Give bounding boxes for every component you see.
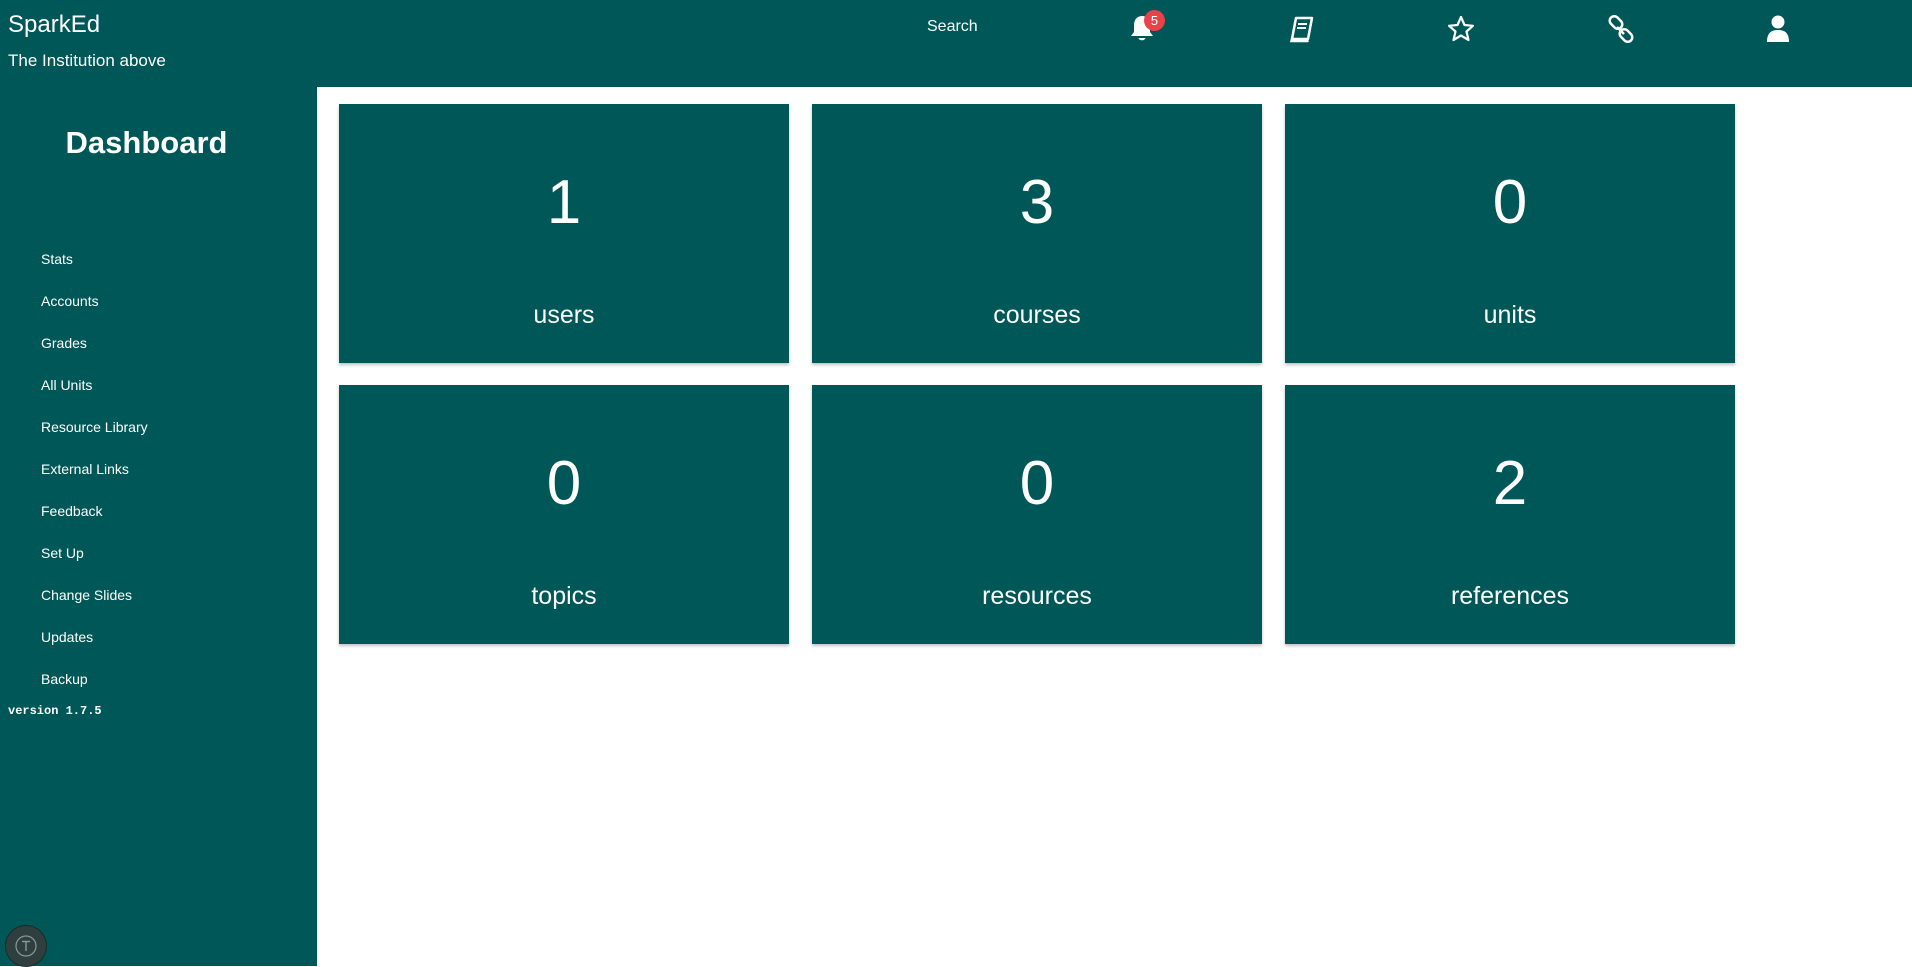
tile-resources[interactable]: 0 resources	[812, 385, 1262, 644]
sidebar-item-feedback[interactable]: Feedback	[41, 503, 148, 545]
tile-label: users	[533, 301, 595, 329]
tile-units[interactable]: 0 units	[1285, 104, 1735, 363]
tile-label: references	[1450, 582, 1570, 610]
tile-label: resources	[982, 582, 1092, 610]
tile-label: units	[1483, 301, 1537, 329]
sidebar-item-change-slides[interactable]: Change Slides	[41, 587, 148, 629]
star-icon	[1447, 15, 1475, 42]
sidebar-item-resource-library[interactable]: Resource Library	[41, 419, 148, 461]
text-cursor-icon	[15, 935, 37, 957]
tile-topics[interactable]: 0 topics	[339, 385, 789, 644]
book-icon	[1289, 16, 1314, 43]
sidebar-item-external-links[interactable]: External Links	[41, 461, 148, 503]
tile-label: courses	[993, 301, 1081, 329]
tile-count: 0	[546, 449, 582, 518]
tile-courses[interactable]: 3 courses	[812, 104, 1262, 363]
notifications-button[interactable]: 5	[1125, 10, 1165, 46]
tile-label: topics	[531, 582, 597, 610]
profile-button[interactable]	[1761, 12, 1795, 46]
sidebar-title: Dashboard	[65, 125, 228, 160]
stats-grid: 1 users 3 courses 0 units 0 topics 0 res…	[339, 104, 1735, 644]
sidebar-item-all-units[interactable]: All Units	[41, 377, 148, 419]
courses-button[interactable]	[1285, 12, 1319, 46]
external-links-button[interactable]	[1604, 12, 1638, 46]
sidebar-item-accounts[interactable]: Accounts	[41, 293, 148, 335]
notification-badge: 5	[1144, 10, 1165, 31]
sidebar-item-updates[interactable]: Updates	[41, 629, 148, 671]
institution-name: The Institution above	[8, 51, 166, 70]
tile-count: 1	[546, 168, 582, 237]
tile-users[interactable]: 1 users	[339, 104, 789, 363]
top-navbar: SparkEd The Institution above Search 5	[0, 0, 1912, 87]
floating-action-button[interactable]	[5, 925, 47, 967]
brand-link[interactable]: SparkEd	[8, 10, 100, 40]
sidebar-menu: Stats Accounts Grades All Units Resource…	[41, 251, 148, 713]
tile-count: 3	[1019, 168, 1055, 237]
sidebar: Dashboard Stats Accounts Grades All Unit…	[0, 87, 317, 967]
tile-count: 0	[1492, 168, 1528, 237]
tile-count: 0	[1019, 449, 1055, 518]
search-link[interactable]: Search	[927, 17, 978, 37]
sidebar-item-set-up[interactable]: Set Up	[41, 545, 148, 587]
user-icon	[1767, 15, 1789, 42]
sidebar-item-grades[interactable]: Grades	[41, 335, 148, 377]
tile-count: 2	[1492, 449, 1528, 518]
sidebar-item-stats[interactable]: Stats	[41, 251, 148, 293]
version-label: version 1.7.5	[8, 704, 102, 718]
tile-references[interactable]: 2 references	[1285, 385, 1735, 644]
link-icon	[1608, 14, 1634, 44]
favorites-button[interactable]	[1444, 12, 1478, 46]
